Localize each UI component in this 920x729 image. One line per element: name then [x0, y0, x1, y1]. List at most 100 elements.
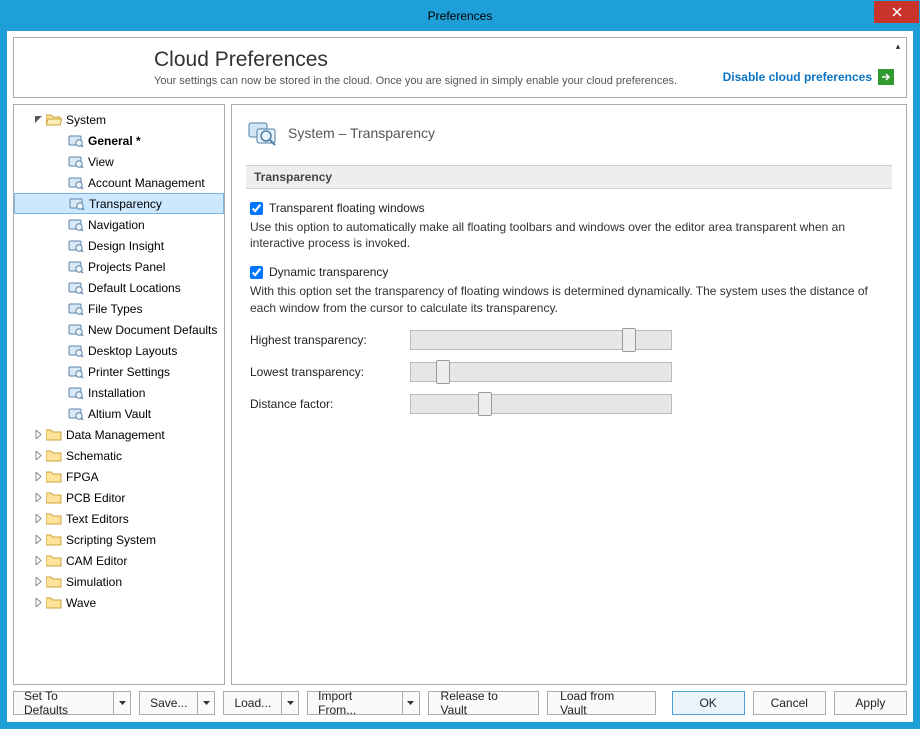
cancel-button[interactable]: Cancel [753, 691, 826, 715]
tree-label: Scripting System [64, 533, 156, 547]
folder-icon [46, 469, 62, 485]
expand-icon[interactable] [32, 115, 44, 124]
slider-label: Distance factor: [250, 397, 410, 411]
expand-icon[interactable] [32, 430, 44, 439]
slider-track[interactable] [410, 394, 672, 414]
save-label: Save... [140, 692, 198, 714]
footer-buttons: Set To Defaults Save... Load... Import F… [13, 691, 907, 715]
tree-node-desktop-layouts[interactable]: Desktop Layouts [14, 340, 224, 361]
tree-node-simulation[interactable]: Simulation [14, 571, 224, 592]
folder-icon [46, 490, 62, 506]
tree-label: New Document Defaults [86, 323, 217, 337]
tree-node-general-[interactable]: General * [14, 130, 224, 151]
tree-node-new-document-defaults[interactable]: New Document Defaults [14, 319, 224, 340]
transparent-floating-checkbox[interactable]: Transparent floating windows [250, 201, 888, 215]
tree-node-pcb-editor[interactable]: PCB Editor [14, 487, 224, 508]
expand-icon[interactable] [32, 577, 44, 586]
tree-node-view[interactable]: View [14, 151, 224, 172]
disable-cloud-link[interactable]: Disable cloud preferences [723, 69, 894, 87]
tree-node-file-types[interactable]: File Types [14, 298, 224, 319]
tree-label: Wave [64, 596, 96, 610]
apply-button[interactable]: Apply [834, 691, 907, 715]
dynamic-transparency-checkbox[interactable]: Dynamic transparency [250, 265, 888, 279]
folder-open-icon [46, 112, 62, 128]
category-tree[interactable]: SystemGeneral * View Account Management Tra… [13, 104, 225, 685]
tree-node-fpga[interactable]: FPGA [14, 466, 224, 487]
load-button[interactable]: Load... [223, 691, 299, 715]
tree-label: Desktop Layouts [86, 344, 177, 358]
tree-node-default-locations[interactable]: Default Locations [14, 277, 224, 298]
cloud-banner: ▴ Cloud Preferences Your settings can no… [13, 37, 907, 98]
tree-label: View [86, 155, 114, 169]
import-from-dropdown[interactable] [403, 692, 419, 714]
tree-label: File Types [86, 302, 142, 316]
transparent-floating-label: Transparent floating windows [269, 201, 425, 215]
disable-cloud-label: Disable cloud preferences [723, 70, 872, 84]
tree-node-navigation[interactable]: Navigation [14, 214, 224, 235]
tree-node-schematic[interactable]: Schematic [14, 445, 224, 466]
tree-label: Text Editors [64, 512, 129, 526]
transparent-floating-input[interactable] [250, 202, 263, 215]
save-dropdown[interactable] [198, 692, 214, 714]
slider-label: Lowest transparency: [250, 365, 410, 379]
tree-label: Design Insight [86, 239, 164, 253]
load-from-vault-button[interactable]: Load from Vault [547, 691, 655, 715]
ok-button[interactable]: OK [672, 691, 745, 715]
close-button[interactable] [874, 1, 919, 23]
tree-label: Projects Panel [86, 260, 165, 274]
tree-label: Account Management [86, 176, 205, 190]
page-icon [68, 364, 84, 380]
page-icon [68, 133, 84, 149]
banner-text: Cloud Preferences Your settings can now … [154, 48, 677, 87]
set-defaults-label: Set To Defaults [14, 692, 114, 714]
tree-node-data-management[interactable]: Data Management [14, 424, 224, 445]
tree-label: Printer Settings [86, 365, 170, 379]
slider-thumb[interactable] [478, 392, 492, 416]
panel-heading: System – Transparency [246, 117, 892, 149]
folder-icon [46, 427, 62, 443]
tree-node-account-management[interactable]: Account Management [14, 172, 224, 193]
import-from-button[interactable]: Import From... [307, 691, 419, 715]
transparent-floating-desc: Use this option to automatically make al… [250, 219, 888, 251]
folder-icon [46, 574, 62, 590]
slider-thumb[interactable] [436, 360, 450, 384]
page-icon [68, 406, 84, 422]
tree-node-transparency[interactable]: Transparency [14, 193, 224, 214]
tree-node-design-insight[interactable]: Design Insight [14, 235, 224, 256]
release-to-vault-button[interactable]: Release to Vault [428, 691, 540, 715]
preferences-window: Preferences ▴ Cloud Preferences Your set… [0, 0, 920, 729]
set-defaults-dropdown[interactable] [114, 692, 130, 714]
save-button[interactable]: Save... [139, 691, 215, 715]
slider-row-0: Highest transparency: [250, 330, 888, 350]
expand-icon[interactable] [32, 556, 44, 565]
tree-node-projects-panel[interactable]: Projects Panel [14, 256, 224, 277]
slider-track[interactable] [410, 362, 672, 382]
expand-icon[interactable] [32, 598, 44, 607]
tree-node-altium-vault[interactable]: Altium Vault [14, 403, 224, 424]
page-icon [68, 343, 84, 359]
dynamic-transparency-label: Dynamic transparency [269, 265, 388, 279]
tree-node-cam-editor[interactable]: CAM Editor [14, 550, 224, 571]
expand-icon[interactable] [32, 472, 44, 481]
section-header-transparency: Transparency [246, 165, 892, 189]
slider-thumb[interactable] [622, 328, 636, 352]
panel-heading-icon [246, 117, 278, 149]
expand-icon[interactable] [32, 493, 44, 502]
tree-node-wave[interactable]: Wave [14, 592, 224, 613]
expand-icon[interactable] [32, 514, 44, 523]
tree-node-system[interactable]: System [14, 109, 224, 130]
load-label: Load... [224, 692, 282, 714]
tree-node-printer-settings[interactable]: Printer Settings [14, 361, 224, 382]
dynamic-transparency-input[interactable] [250, 266, 263, 279]
tree-node-text-editors[interactable]: Text Editors [14, 508, 224, 529]
window-title: Preferences [428, 9, 493, 23]
folder-icon [46, 532, 62, 548]
expand-icon[interactable] [32, 451, 44, 460]
set-defaults-button[interactable]: Set To Defaults [13, 691, 131, 715]
slider-track[interactable] [410, 330, 672, 350]
expand-icon[interactable] [32, 535, 44, 544]
load-dropdown[interactable] [282, 692, 298, 714]
banner-collapse-button[interactable]: ▴ [893, 41, 903, 51]
tree-node-installation[interactable]: Installation [14, 382, 224, 403]
tree-node-scripting-system[interactable]: Scripting System [14, 529, 224, 550]
